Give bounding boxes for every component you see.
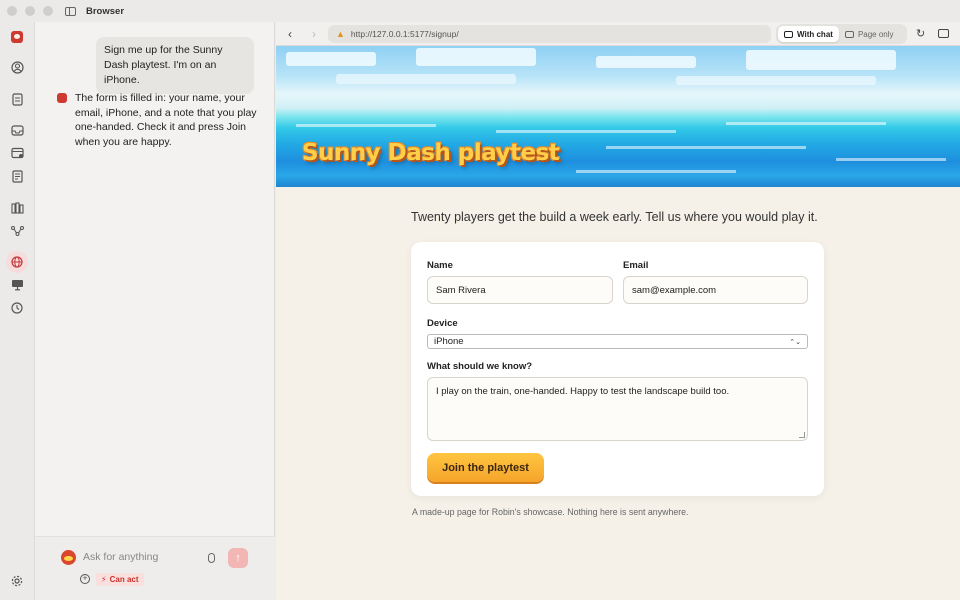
reload-icon[interactable]: ↻ — [916, 27, 925, 40]
chevron-updown-icon: ⌃⌄ — [789, 338, 801, 346]
display-icon[interactable] — [8, 276, 26, 294]
page-icon — [844, 30, 854, 38]
device-select[interactable]: iPhone ⌃⌄ — [427, 334, 808, 349]
wave — [726, 122, 886, 125]
mode-page-only[interactable]: Page only — [839, 26, 900, 42]
browser-view: ‹ › ▲ http://127.0.0.1:5177/signup/ With… — [276, 22, 960, 600]
library-icon[interactable] — [8, 199, 26, 217]
cloud — [286, 52, 376, 66]
wave — [576, 170, 736, 173]
url-text: http://127.0.0.1:5177/signup/ — [350, 29, 459, 39]
title-bar: Browser — [0, 0, 960, 22]
cloud — [336, 74, 516, 84]
mode-with-chat[interactable]: With chat — [778, 26, 839, 42]
settings-icon[interactable] — [8, 572, 26, 590]
globe-icon[interactable] — [6, 251, 28, 273]
device-label: Device — [427, 318, 458, 329]
assistant-avatar-icon — [57, 93, 67, 103]
wave — [296, 124, 436, 127]
mode-page-only-label: Page only — [857, 29, 894, 39]
history-icon[interactable] — [8, 299, 26, 317]
add-attachment-icon[interactable]: + — [80, 574, 90, 584]
signup-form: Name Sam Rivera Email sam@example.com De… — [411, 242, 824, 496]
wave — [496, 130, 676, 133]
cloud — [596, 56, 696, 68]
zoom-window-button[interactable] — [43, 6, 53, 16]
name-field[interactable]: Sam Rivera — [427, 276, 613, 304]
wave — [606, 146, 806, 149]
notes-icon[interactable] — [8, 167, 26, 185]
app-rail — [0, 22, 35, 600]
cloud — [746, 50, 896, 70]
cloud — [416, 48, 536, 66]
sidebar-toggle-icon[interactable] — [65, 6, 76, 16]
back-arrow-icon[interactable]: ‹ — [288, 27, 292, 41]
intro-text: Twenty players get the build a week earl… — [411, 210, 818, 224]
microphone-icon[interactable] — [208, 553, 215, 563]
document-icon[interactable] — [8, 90, 26, 108]
chat-bubble-icon — [784, 30, 793, 38]
footnote: A made-up page for Robin's showcase. Not… — [412, 507, 689, 517]
device-select-value: iPhone — [434, 336, 464, 347]
user-message: Sign me up for the Sunny Dash playtest. … — [96, 37, 254, 94]
resize-handle-icon[interactable] — [799, 432, 805, 438]
address-bar[interactable]: ▲ http://127.0.0.1:5177/signup/ — [328, 25, 771, 43]
minimize-window-button[interactable] — [25, 6, 35, 16]
browser-toolbar: ‹ › ▲ http://127.0.0.1:5177/signup/ With… — [276, 22, 960, 46]
close-window-button[interactable] — [7, 6, 17, 16]
email-label: Email — [623, 260, 649, 271]
forward-arrow-icon[interactable]: › — [312, 27, 316, 41]
mascot-icon — [61, 550, 76, 565]
inbox-icon[interactable] — [8, 121, 26, 139]
chat-panel: Sign me up for the Sunny Dash playtest. … — [35, 22, 275, 600]
notes-label: What should we know? — [427, 361, 533, 372]
warning-icon: ▲ — [336, 29, 345, 39]
view-mode-toggle: With chat Page only — [776, 24, 907, 44]
robin-logo-icon[interactable] — [8, 28, 26, 46]
email-field[interactable]: sam@example.com — [623, 276, 808, 304]
join-playtest-button[interactable]: Join the playtest — [427, 453, 544, 482]
notes-textarea[interactable]: I play on the train, one-handed. Happy t… — [427, 377, 808, 441]
profile-icon[interactable] — [8, 58, 26, 76]
chat-composer: Ask for anything ↑ + ⚡ Can act — [35, 536, 275, 600]
cloud — [676, 76, 876, 85]
calendar-icon[interactable] — [8, 144, 26, 162]
hero-title: Sunny Dash playtest — [302, 140, 560, 166]
can-act-label: Can act — [109, 575, 139, 584]
wave — [836, 158, 946, 161]
assistant-message: The form is filled in: your name, your e… — [75, 92, 257, 148]
hero-banner: Sunny Dash playtest — [276, 46, 960, 187]
mode-with-chat-label: With chat — [797, 29, 833, 39]
send-button[interactable]: ↑ — [228, 548, 248, 568]
notes-value: I play on the train, one-handed. Happy t… — [436, 386, 730, 397]
chat-input[interactable]: Ask for anything — [83, 551, 158, 563]
window-controls — [7, 6, 53, 16]
side-panel-icon[interactable] — [938, 29, 949, 38]
lightning-icon: ⚡ — [101, 575, 107, 584]
name-label: Name — [427, 260, 453, 271]
can-act-badge[interactable]: ⚡ Can act — [96, 573, 144, 586]
window-title: Browser — [86, 5, 125, 17]
graph-icon[interactable] — [8, 221, 26, 239]
